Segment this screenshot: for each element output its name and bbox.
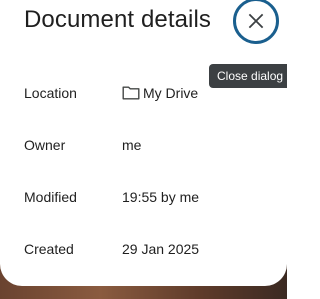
owner-value: me [122,137,142,153]
close-dialog-button[interactable] [233,0,279,44]
document-details-dialog: Document details Location My Drive Owner… [0,0,287,286]
detail-row-modified: Modified 19:55 by me [24,187,264,207]
location-label: Location [24,85,77,101]
created-label: Created [24,241,74,257]
close-dialog-tooltip: Close dialog [209,64,287,88]
created-value: 29 Jan 2025 [122,241,200,257]
dialog-title: Document details [24,6,212,33]
detail-row-owner: Owner me [24,135,264,155]
detail-row-created: Created 29 Jan 2025 [24,239,264,259]
owner-label: Owner [24,137,66,153]
location-value[interactable]: My Drive [122,83,198,103]
modified-value: 19:55 by me [122,189,200,205]
location-value-text: My Drive [143,85,199,101]
screen: Document details Location My Drive Owner… [0,0,287,299]
folder-icon [122,86,140,100]
modified-label: Modified [24,189,77,205]
close-icon [248,13,264,29]
